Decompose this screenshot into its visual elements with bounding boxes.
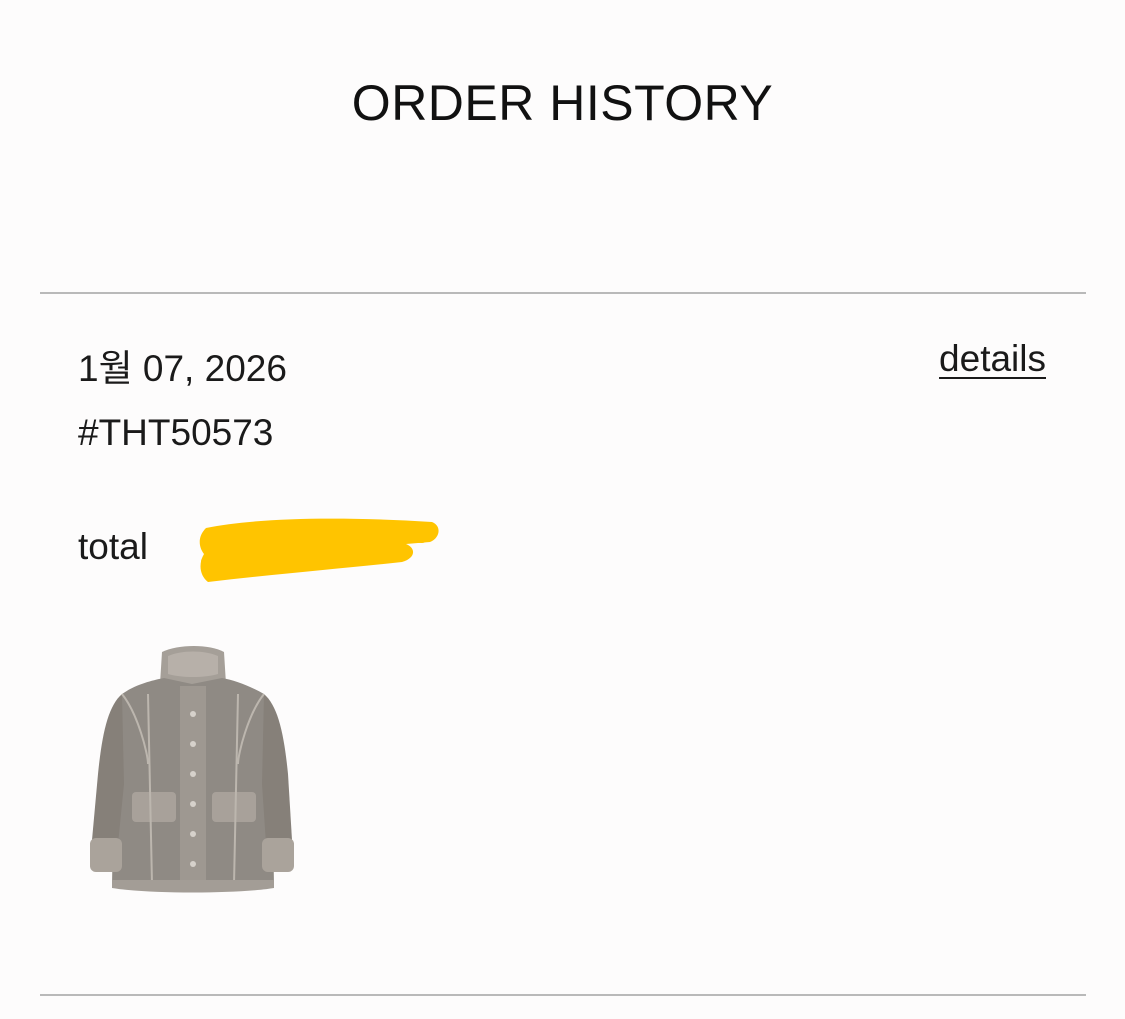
details-link[interactable]: details <box>939 338 1046 380</box>
total-label: total <box>78 526 148 567</box>
order-number: #THT50573 <box>78 412 274 453</box>
top-divider <box>40 292 1086 294</box>
page-title: ORDER HISTORY <box>351 75 774 131</box>
bottom-divider <box>40 994 1086 996</box>
order-date: 1월 07, 2026 <box>78 348 287 389</box>
shearling-jacket-image[interactable] <box>88 644 296 896</box>
order-history-page: ORDER HISTORY 1월 07, 2026 details #THT50… <box>0 0 1125 1019</box>
redaction-scribble <box>199 518 439 582</box>
